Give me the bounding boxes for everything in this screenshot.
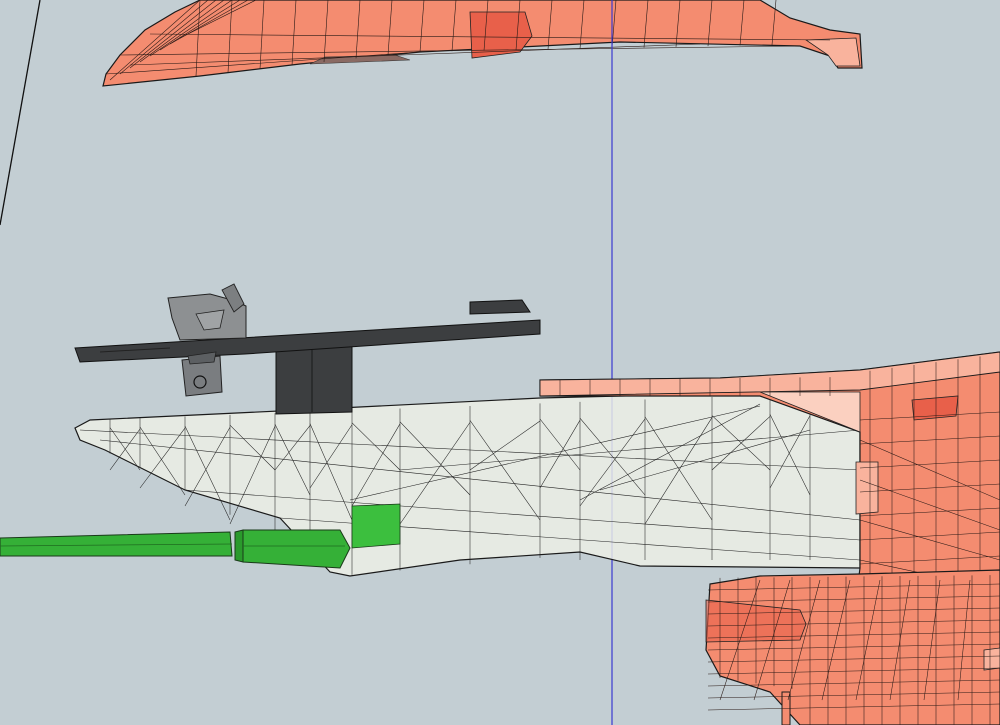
3d-model-viewport[interactable] bbox=[0, 0, 1000, 725]
scene-canvas[interactable] bbox=[0, 0, 1000, 725]
